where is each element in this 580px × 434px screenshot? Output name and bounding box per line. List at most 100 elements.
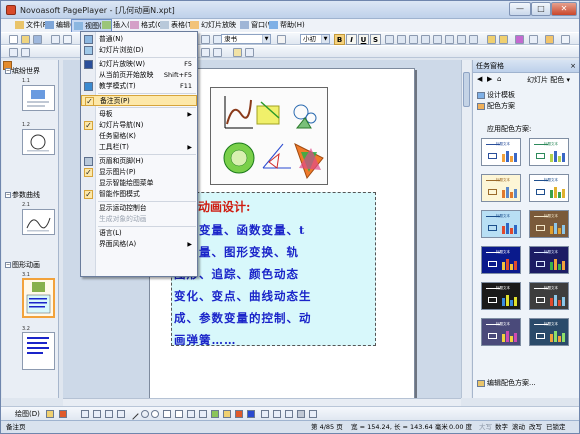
vertical-scrollbar[interactable] [461,60,471,398]
view-menu-item[interactable]: 页眉和页脚(H) [81,156,197,167]
transition-icon[interactable] [245,48,254,57]
font-color-icon[interactable] [247,410,255,418]
slide-thumbnail-selected[interactable] [22,278,55,318]
edit-color-schemes-link[interactable]: 编辑配色方案... [477,378,536,388]
arc-icon[interactable] [141,410,149,418]
collapse-icon[interactable]: − [5,192,11,198]
preview-icon[interactable] [63,35,72,44]
slide-layout-icon[interactable] [545,35,554,44]
minimize-button[interactable]: — [509,2,531,16]
font-name-select[interactable]: 隶书 ▼ [221,34,271,44]
close-button[interactable]: ✕ [551,2,577,16]
view-menu-item[interactable]: 显示智能绘图菜单 [81,178,197,189]
slide-thumbnail[interactable] [22,209,55,235]
section-header[interactable]: − 图形动画 [5,260,40,270]
view-menu-item[interactable]: 任务窗格(K) [81,131,197,142]
color-scheme-tile[interactable]: 标题文本 [529,174,569,202]
color-scheme-tile[interactable]: 标题文本 [481,246,521,274]
rectangle-icon[interactable] [175,410,183,418]
view-menu-item[interactable]: 幻灯片浏览(D) [81,45,197,56]
outdent-icon[interactable] [469,35,478,44]
zoom-icon[interactable] [201,48,210,57]
line-style-icon[interactable] [261,410,269,418]
task-pane-home-icon[interactable]: ⌂ [497,75,501,83]
textbox-icon[interactable] [199,410,207,418]
view-menu-item[interactable]: 从当前页开始放映 Shift+F5 [81,70,197,81]
slides-view-icon[interactable] [21,48,30,57]
ellipse-icon[interactable] [151,410,159,418]
image-icon[interactable] [211,410,219,418]
cut-icon[interactable] [201,35,210,44]
shadow-button[interactable]: S [370,34,381,45]
dash-style-icon[interactable] [273,410,281,418]
color-scheme-tile[interactable]: 标题文本 [481,282,521,310]
slide-thumbnail[interactable] [22,332,55,370]
outline-view-icon[interactable] [9,48,18,57]
view-menu-item[interactable]: 教学模式(T) F11 [81,81,197,92]
font-increase-icon[interactable] [487,35,496,44]
view-menu-item[interactable]: ✓ 显示图片(P) [81,167,197,178]
shadow-style-icon[interactable] [297,410,305,418]
scrollbar-thumb[interactable] [463,72,470,107]
pointer-icon[interactable] [81,410,89,418]
color-scheme-tile[interactable]: 标题文本 [529,210,569,238]
align-left-icon[interactable] [385,35,394,44]
design-icon[interactable] [515,35,524,44]
numbering-icon[interactable] [445,35,454,44]
section-header[interactable]: − 参数曲线 [5,190,40,200]
menu-help[interactable]: 帮助(H) [267,19,307,32]
group-icon[interactable] [105,410,113,418]
animation-icon[interactable] [233,48,242,57]
rotate-icon[interactable] [93,410,101,418]
indent-icon[interactable] [457,35,466,44]
autoshapes-icon[interactable] [59,410,67,418]
bold-button[interactable]: B [334,34,345,45]
view-menu-item[interactable]: 幻灯片放映(W) F5 [81,59,197,70]
view-menu-item[interactable]: 工具栏(T) ▶ [81,142,197,153]
underline-button[interactable]: U [358,34,369,45]
line-icon[interactable] [127,408,139,420]
justify-icon[interactable] [421,35,430,44]
new-slide-icon[interactable] [529,35,538,44]
color-scheme-tile[interactable]: 标题文本 [529,138,569,166]
line-color-icon[interactable] [235,410,243,418]
task-pane-dropdown[interactable]: 幻灯片 配色 ▾ [527,75,570,85]
task-pane-back-icon[interactable]: ◀ [477,75,482,83]
font-effects-icon[interactable] [277,35,286,44]
color-scheme-tile[interactable]: 标题文本 [529,282,569,310]
color-scheme-link[interactable]: 配色方案 [477,101,515,111]
italic-button[interactable]: I [346,34,357,45]
task-pane-forward-icon[interactable]: ▶ [487,75,492,83]
draw-menu-button[interactable]: 绘图(D) [15,409,40,419]
view-menu-item[interactable]: 普通(N) [81,34,197,45]
align-right-icon[interactable] [409,35,418,44]
polygon-icon[interactable] [187,410,195,418]
open-icon[interactable] [21,35,30,44]
slide-textbox[interactable]: 形动画设计: 定义变量、函数变量、t 形度量、图形变换、轨 图形、追踪、颜色动态… [171,192,376,346]
print-icon[interactable] [51,35,60,44]
order-icon[interactable] [117,410,125,418]
view-menu-item[interactable]: 母板 ▶ [81,109,197,120]
new-icon[interactable] [9,35,18,44]
task-pane-close-button[interactable]: × [570,60,576,72]
triangle-icon[interactable] [163,410,171,418]
toolbar-options-icon[interactable] [561,35,570,44]
section-header[interactable]: − 缤纷世界 [5,66,40,76]
slide-thumbnail[interactable] [22,129,55,155]
view-menu-item[interactable]: ✓ 备注页(P) [81,95,197,106]
arrow-style-icon[interactable] [285,410,293,418]
design-template-link[interactable]: 设计模板 [477,90,515,100]
color-scheme-tile[interactable]: 标题文本 [529,246,569,274]
horizontal-scrollbar[interactable] [63,398,461,406]
color-scheme-tile[interactable]: 标题文本 [481,174,521,202]
collapse-icon[interactable]: − [5,68,11,74]
view-menu-item[interactable]: 语言(L) [81,228,197,239]
view-menu-item[interactable]: 显示运动控制台 [81,203,197,214]
select-objects-icon[interactable] [46,410,54,418]
color-scheme-tile[interactable]: 标题文本 [481,138,521,166]
font-size-select[interactable]: 小初 ▼ [300,34,330,44]
collapse-icon[interactable]: − [5,262,11,268]
save-icon[interactable] [33,35,42,44]
align-center-icon[interactable] [397,35,406,44]
color-scheme-tile[interactable]: 标题文本 [481,210,521,238]
